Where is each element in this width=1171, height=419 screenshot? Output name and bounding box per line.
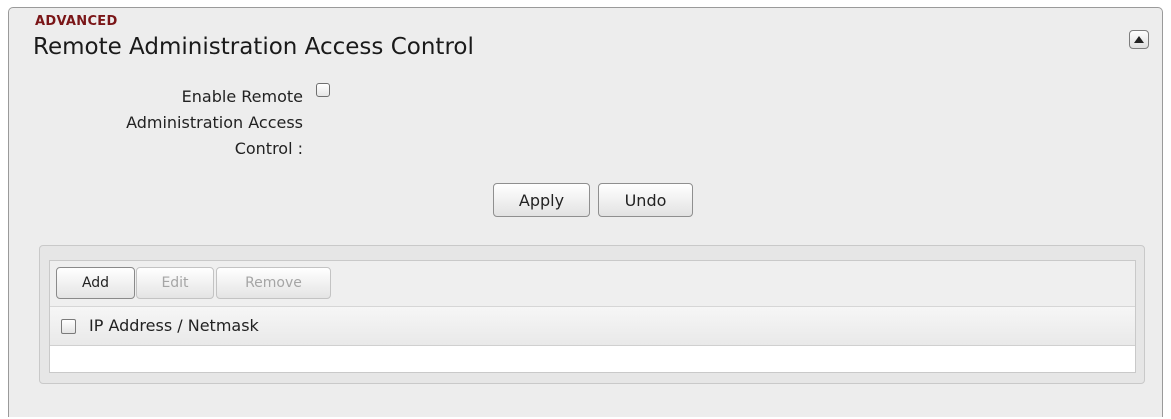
undo-button[interactable]: Undo [598,183,693,217]
table-row [50,346,1135,372]
edit-button[interactable]: Edit [136,267,214,299]
triangle-up-icon [1134,36,1144,43]
remove-button[interactable]: Remove [216,267,331,299]
enable-remote-admin-checkbox[interactable] [316,83,330,97]
enable-remote-admin-label: Enable Remote Administration Access Cont… [126,87,303,158]
column-header-ip-netmask[interactable]: IP Address / Netmask [89,316,259,335]
select-all-checkbox[interactable] [61,319,76,334]
section-tag: ADVANCED [35,14,118,29]
grid-toolbar: Add Edit Remove [50,261,1135,306]
collapse-button[interactable] [1129,30,1149,49]
page-title: Remote Administration Access Control [33,34,474,60]
apply-button[interactable]: Apply [493,183,590,217]
add-button[interactable]: Add [56,267,135,299]
access-list-grid: Add Edit Remove IP Address / Netmask [49,260,1136,373]
grid-header-row: IP Address / Netmask [50,306,1135,346]
